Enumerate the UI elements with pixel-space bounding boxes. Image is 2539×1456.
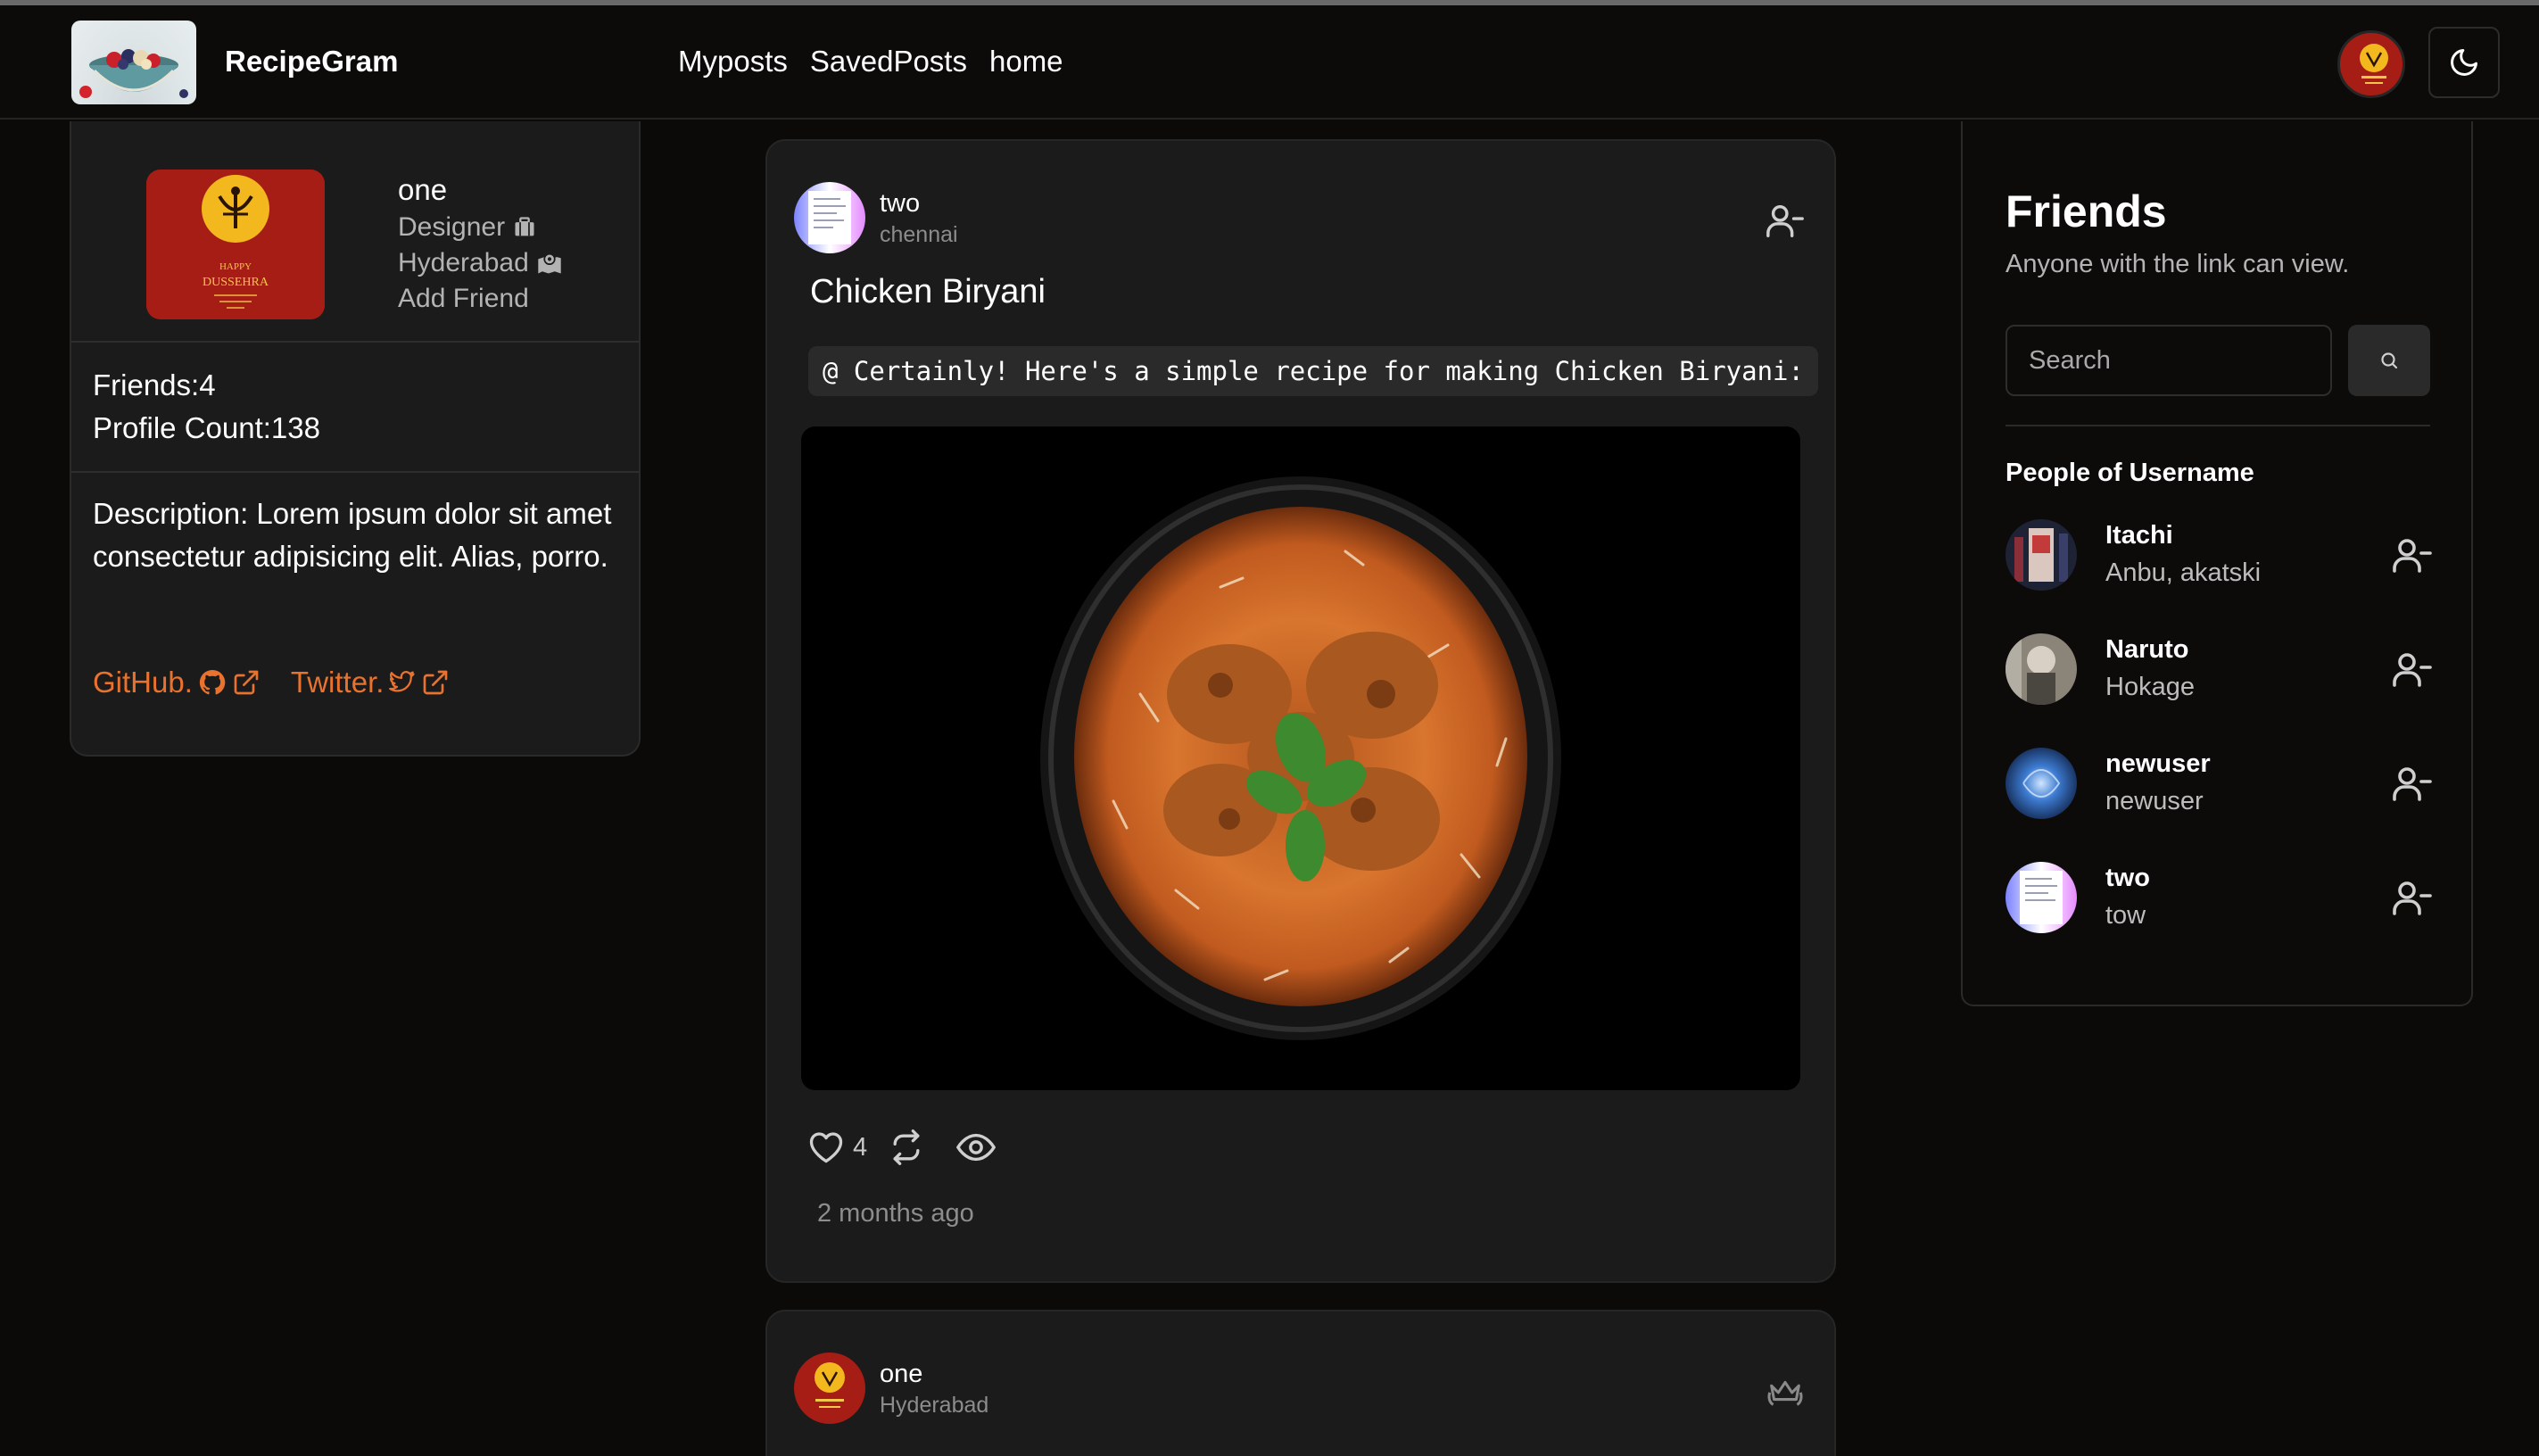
friend-search-input[interactable] xyxy=(2006,325,2332,396)
twitter-link-text[interactable]: Twitter. xyxy=(291,666,385,699)
post-author-location: Hyderabad xyxy=(880,1393,989,1418)
main-nav: Myposts SavedPosts home xyxy=(678,45,1063,79)
profile-stats: Friends:4 Profile Count:138 xyxy=(93,364,320,450)
person-avatar[interactable] xyxy=(2006,633,2077,705)
twitter-icon xyxy=(389,671,416,692)
nav-home[interactable]: home xyxy=(989,45,1063,79)
person-item[interactable]: two tow xyxy=(2006,862,2434,937)
heart-icon xyxy=(809,1132,843,1163)
friends-subtitle: Anyone with the link can view. xyxy=(2006,250,2350,278)
profile-role-text: Designer xyxy=(398,212,506,242)
profile-info: one Designer Hyderabad Add Friend xyxy=(398,173,563,319)
user-minus-icon xyxy=(2393,881,2432,915)
unfollow-button[interactable] xyxy=(1765,200,1806,241)
profile-image: HAPPY DUSSEHRA xyxy=(146,170,325,319)
profile-image-text-1: HAPPY xyxy=(219,261,252,272)
add-friend-button[interactable] xyxy=(2391,762,2434,805)
briefcase-icon xyxy=(515,217,534,236)
github-link-text[interactable]: GitHub. xyxy=(93,666,193,699)
post-snippet: @ Certainly! Here's a simple recipe for … xyxy=(808,346,1818,396)
user-minus-icon xyxy=(2393,767,2432,801)
user-avatar[interactable] xyxy=(2337,30,2405,98)
profile-divider-2 xyxy=(71,471,639,473)
moon-icon xyxy=(2451,49,2477,76)
friends-divider xyxy=(2006,425,2430,426)
brand-name[interactable]: RecipeGram xyxy=(225,45,398,79)
external-link-icon xyxy=(424,670,448,695)
add-friend-link[interactable]: Add Friend xyxy=(398,284,563,314)
profile-links: GitHub. Twitter. xyxy=(93,666,450,699)
post-card: one Hyderabad xyxy=(765,1310,1836,1456)
person-name[interactable]: newuser xyxy=(2105,749,2211,779)
post-author-name[interactable]: two xyxy=(880,189,958,219)
friends-panel: Friends Anyone with the link can view. P… xyxy=(1961,121,2473,1006)
person-avatar[interactable] xyxy=(2006,748,2077,819)
like-count: 4 xyxy=(853,1132,868,1162)
add-friend-text[interactable]: Add Friend xyxy=(398,284,529,314)
post-author-avatar[interactable] xyxy=(794,182,865,253)
like-button[interactable] xyxy=(805,1126,848,1169)
person-avatar[interactable] xyxy=(2006,862,2077,933)
people-heading: People of Username xyxy=(2006,459,2254,487)
view-button[interactable] xyxy=(955,1126,997,1169)
github-icon xyxy=(199,669,226,695)
person-item[interactable]: Naruto Hokage xyxy=(2006,633,2434,708)
person-subtitle: Anbu, akatski xyxy=(2105,558,2262,587)
post-author: one Hyderabad xyxy=(880,1360,988,1419)
theme-toggle-button[interactable] xyxy=(2428,27,2500,98)
navbar: RecipeGram Myposts SavedPosts home xyxy=(0,5,2539,120)
post-author-name[interactable]: one xyxy=(880,1360,988,1389)
user-minus-icon xyxy=(2393,653,2432,687)
search-icon xyxy=(2381,352,2398,369)
map-location-icon xyxy=(538,252,561,274)
profile-name: one xyxy=(398,173,448,206)
profile-city: Hyderabad xyxy=(398,248,563,278)
post-actions: 4 xyxy=(805,1126,997,1169)
owner-badge[interactable] xyxy=(1765,1370,1806,1411)
person-subtitle: Hokage xyxy=(2105,673,2195,701)
person-name[interactable]: Naruto xyxy=(2105,635,2188,665)
person-subtitle: newuser xyxy=(2105,787,2204,815)
eye-icon xyxy=(956,1133,997,1162)
post-author: two chennai xyxy=(880,189,958,248)
brand-logo[interactable] xyxy=(71,21,196,104)
external-link-icon xyxy=(234,670,259,695)
repeat-icon xyxy=(893,1129,920,1165)
profile-count: Profile Count:138 xyxy=(93,411,320,444)
user-minus-icon xyxy=(2393,539,2432,573)
profile-image-text-2: DUSSEHRA xyxy=(203,276,269,289)
post-author-avatar[interactable] xyxy=(794,1353,865,1424)
add-friend-button[interactable] xyxy=(2391,534,2434,576)
person-subtitle: tow xyxy=(2105,901,2146,930)
crown-icon xyxy=(1767,1380,1803,1406)
nav-savedposts[interactable]: SavedPosts xyxy=(810,45,967,79)
post-author-location: chennai xyxy=(880,222,958,247)
friends-count: Friends:4 xyxy=(93,368,216,401)
twitter-link[interactable]: Twitter. xyxy=(291,666,451,699)
person-avatar[interactable] xyxy=(2006,519,2077,591)
profile-description: Description: Lorem ipsum dolor sit amet … xyxy=(93,497,612,573)
post-card: two chennai Chicken Biryani @ Certainly!… xyxy=(765,139,1836,1283)
repost-button[interactable] xyxy=(885,1126,928,1169)
person-name[interactable]: Itachi xyxy=(2105,521,2173,550)
nav-myposts[interactable]: Myposts xyxy=(678,45,788,79)
profile-city-text: Hyderabad xyxy=(398,248,529,277)
profile-card: HAPPY DUSSEHRA one Designer Hyderabad Ad… xyxy=(70,121,641,757)
profile-divider-1 xyxy=(71,341,639,343)
friends-title: Friends xyxy=(2006,186,2167,236)
profile-role: Designer xyxy=(398,212,563,243)
person-item[interactable]: Itachi Anbu, akatski xyxy=(2006,519,2434,594)
person-item[interactable]: newuser newuser xyxy=(2006,748,2434,823)
post-timestamp: 2 months ago xyxy=(817,1199,974,1228)
person-name[interactable]: two xyxy=(2105,864,2150,893)
post-title[interactable]: Chicken Biryani xyxy=(810,273,1046,311)
add-friend-button[interactable] xyxy=(2391,648,2434,691)
user-minus-icon xyxy=(1766,204,1804,237)
add-friend-button[interactable] xyxy=(2391,876,2434,919)
github-link[interactable]: GitHub. xyxy=(93,666,261,699)
post-image[interactable] xyxy=(801,426,1800,1090)
friend-search-button[interactable] xyxy=(2348,325,2430,396)
